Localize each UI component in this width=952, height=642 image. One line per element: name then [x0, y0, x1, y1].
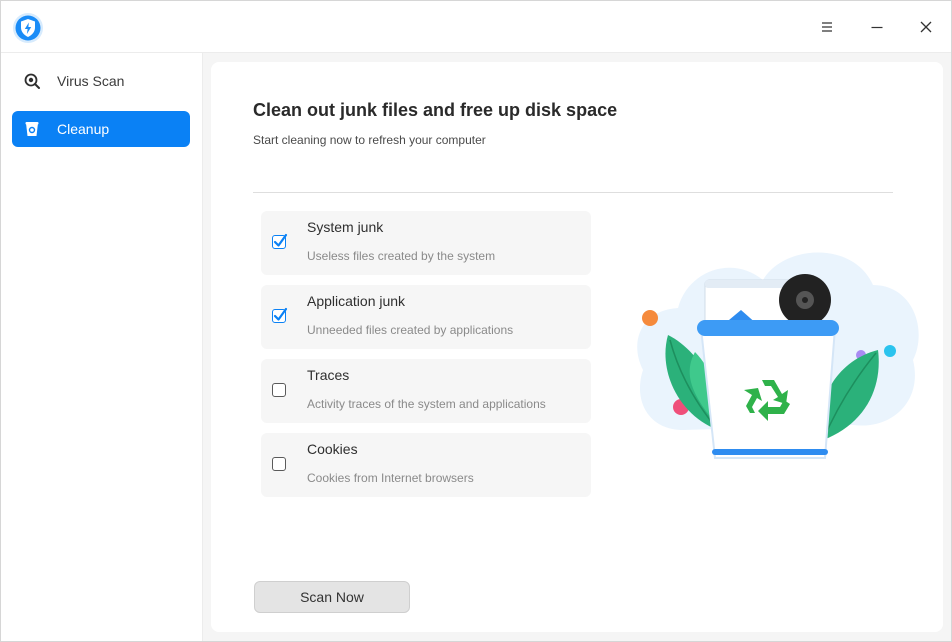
minimize-button[interactable]: [860, 10, 894, 44]
option-label: Traces: [307, 367, 350, 383]
option-system-junk[interactable]: System junk Useless files created by the…: [261, 211, 591, 275]
sidebar-item-virus-scan[interactable]: Virus Scan: [12, 63, 190, 99]
sidebar-item-cleanup[interactable]: Cleanup: [12, 111, 190, 147]
virus-scan-icon: [23, 72, 41, 90]
option-cookies[interactable]: Cookies Cookies from Internet browsers: [261, 433, 591, 497]
option-description: Activity traces of the system and applic…: [307, 397, 546, 411]
option-label: Application junk: [307, 293, 406, 309]
cyan-dot: [884, 345, 896, 357]
app-shield-icon: [12, 12, 44, 44]
option-label: Cookies: [307, 441, 358, 457]
scan-now-button[interactable]: Scan Now: [254, 581, 410, 613]
traces-checkbox[interactable]: [272, 383, 286, 397]
application-junk-checkbox[interactable]: [272, 307, 288, 323]
checkmark-icon: [273, 307, 288, 321]
cleanup-panel: Clean out junk files and free up disk sp…: [211, 62, 943, 632]
close-button[interactable]: [909, 10, 943, 44]
option-label: System junk: [307, 219, 384, 235]
page-subtitle: Start cleaning now to refresh your compu…: [253, 133, 486, 147]
close-icon: [920, 21, 932, 33]
checkmark-icon: [273, 233, 288, 247]
option-application-junk[interactable]: Application junk Unneeded files created …: [261, 285, 591, 349]
menu-icon: [822, 22, 832, 32]
sidebar-item-label: Cleanup: [57, 121, 110, 137]
page-title: Clean out junk files and free up disk sp…: [253, 100, 618, 120]
option-description: Useless files created by the system: [307, 249, 496, 263]
recycle-bin-illustration: [623, 240, 923, 470]
orange-dot: [642, 310, 658, 326]
sidebar: Virus Scan Cleanup: [1, 53, 203, 641]
sidebar-item-label: Virus Scan: [57, 73, 125, 89]
system-junk-checkbox[interactable]: [272, 233, 288, 249]
option-description: Cookies from Internet browsers: [307, 471, 474, 485]
app-window: Virus Scan Cleanup Clean out junk files …: [0, 0, 952, 642]
option-traces[interactable]: Traces Activity traces of the system and…: [261, 359, 591, 423]
divider: [253, 192, 893, 193]
minimize-icon: [871, 26, 883, 29]
option-description: Unneeded files created by applications: [307, 323, 514, 337]
menu-button[interactable]: [810, 10, 844, 44]
cleanup-icon: [23, 120, 41, 138]
title-bar: [1, 1, 951, 53]
cookies-checkbox[interactable]: [272, 457, 286, 471]
